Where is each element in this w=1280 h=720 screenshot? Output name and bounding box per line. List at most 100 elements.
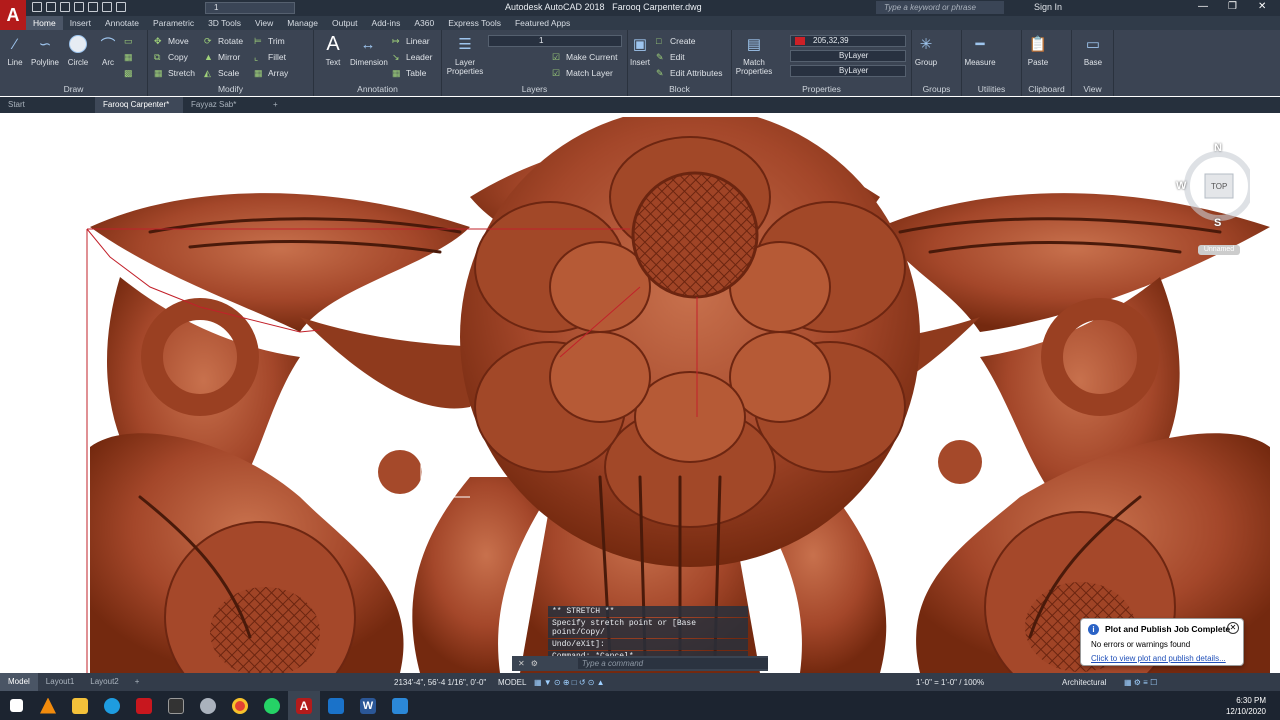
notification-details-link[interactable]: Click to view plot and publish details..… (1091, 654, 1226, 663)
saveas-icon[interactable] (74, 2, 84, 12)
tab-parametric[interactable]: Parametric (146, 16, 201, 30)
system-clock[interactable]: 6:30 PM 12/10/2020 (1226, 695, 1266, 717)
viewcube[interactable]: N S W TOP (1176, 140, 1254, 230)
tab-farooq-carpenter[interactable]: Farooq Carpenter* (95, 97, 183, 113)
lineweight-dropdown[interactable]: ByLayer (790, 65, 906, 77)
annotation-panel-title[interactable]: Annotation (314, 84, 441, 94)
app2-icon[interactable] (192, 691, 224, 720)
match-layer-button[interactable]: ☑ Match Layer (552, 68, 613, 78)
units-dropdown[interactable]: Architectural (1062, 678, 1106, 687)
status-settings-icons[interactable]: ▦ ⚙ ≡ ☐ (1124, 678, 1157, 687)
edge-icon[interactable] (96, 691, 128, 720)
whatsapp-icon[interactable] (256, 691, 288, 720)
undo-icon[interactable] (102, 2, 112, 12)
maximize-icon[interactable]: ❐ (1228, 1, 1237, 12)
create-button[interactable]: □ Create (656, 36, 696, 46)
tab-fayyaz-sab[interactable]: Fayyaz Sab* (183, 97, 265, 113)
tab-start[interactable]: Start (0, 97, 95, 113)
base-button[interactable]: ▭ Base (1076, 34, 1110, 67)
edit-button[interactable]: ✎ Edit (656, 52, 685, 62)
groups-panel-title[interactable]: Groups (912, 84, 961, 94)
acrobat-icon[interactable] (128, 691, 160, 720)
stretch-button[interactable]: ▦ Stretch (154, 68, 195, 78)
tab-manage[interactable]: Manage (280, 16, 325, 30)
utilities-panel-title[interactable]: Utilities (962, 84, 1021, 94)
linear-button[interactable]: ↦ Linear (392, 36, 430, 46)
make-current-button[interactable]: ☑ Make Current (552, 52, 618, 62)
match-properties-button[interactable]: ▤ Match Properties (734, 34, 774, 76)
mirror-button[interactable]: ▲ Mirror (204, 52, 240, 62)
tab-model[interactable]: Model (0, 673, 38, 691)
save-icon[interactable] (60, 2, 70, 12)
insert-button[interactable]: ▣ Insert (623, 34, 657, 67)
minimize-icon[interactable]: — (1198, 1, 1208, 12)
plot-icon[interactable] (88, 2, 98, 12)
tab-home[interactable]: Home (26, 16, 63, 30)
sign-in-button[interactable]: Sign In (1034, 2, 1062, 12)
gradient-tool[interactable]: ▩ (124, 68, 134, 78)
tab-express-tools[interactable]: Express Tools (441, 16, 508, 30)
tab-add-ins[interactable]: Add-ins (365, 16, 408, 30)
tab-featured-apps[interactable]: Featured Apps (508, 16, 577, 30)
layer-dropdown[interactable]: 1 (488, 35, 622, 47)
add-layout-button[interactable]: + (127, 673, 148, 691)
viewcube-north[interactable]: N (1214, 142, 1222, 154)
model-space-button[interactable]: MODEL (498, 678, 526, 687)
command-input[interactable]: Type a command (577, 658, 768, 669)
circle-button[interactable]: Circle (61, 34, 95, 67)
tab-insert[interactable]: Insert (63, 16, 98, 30)
word-icon[interactable]: W (352, 691, 384, 720)
tab-3d-tools[interactable]: 3D Tools (201, 16, 248, 30)
tab-a360[interactable]: A360 (407, 16, 441, 30)
table-button[interactable]: ▦ Table (392, 68, 426, 78)
workspace-dropdown[interactable]: 1 (205, 2, 295, 14)
tab-output[interactable]: Output (325, 16, 365, 30)
layers-panel-title[interactable]: Layers (442, 84, 627, 94)
windows-start-icon[interactable] (0, 691, 32, 720)
tab-layout2[interactable]: Layout2 (82, 673, 126, 691)
notification-close-button[interactable]: ✕ (1227, 622, 1239, 634)
block-panel-title[interactable]: Block (628, 84, 731, 94)
viewcube-top-face[interactable]: TOP (1211, 182, 1227, 191)
rotate-button[interactable]: ⟳ Rotate (204, 36, 243, 46)
copy-button[interactable]: ⧉ Copy (154, 52, 188, 62)
annotation-scale[interactable]: 1'-0" = 1'-0" / 100% (916, 678, 984, 687)
scale-button[interactable]: ◭ Scale (204, 68, 239, 78)
edit-attributes-button[interactable]: ✎ Edit Attributes (656, 68, 722, 78)
dimension-button[interactable]: ↔ Dimension (350, 34, 388, 68)
array-button[interactable]: ▦ Array (254, 68, 288, 78)
move-button[interactable]: ✥ Move (154, 36, 189, 46)
drawing-area[interactable]: N S W TOP Unnamed (0, 117, 1280, 673)
modify-panel-title[interactable]: Modify (148, 84, 313, 94)
fillet-button[interactable]: ⌞ Fillet (254, 52, 286, 62)
trim-button[interactable]: ⊨ Trim (254, 36, 285, 46)
view-panel-title[interactable]: View (1072, 84, 1113, 94)
tab-layout1[interactable]: Layout1 (38, 673, 82, 691)
customize-icon[interactable]: ⚙ (531, 659, 538, 668)
calculator-icon[interactable] (320, 691, 352, 720)
close-command-icon[interactable]: ✕ (518, 659, 525, 668)
polyline-button[interactable]: ∽ Polyline (28, 34, 62, 67)
status-toggle-icons[interactable]: ▦ ▼ ⊙ ⊕ □ ↺ ⊙ ▲ (534, 678, 605, 687)
rectangle-tool[interactable]: ▭ (124, 36, 134, 46)
chrome-icon[interactable] (224, 691, 256, 720)
tab-annotate[interactable]: Annotate (98, 16, 146, 30)
coordinates-readout[interactable]: 2134'-4", 56'-4 1/16", 0'-0" (394, 678, 486, 687)
hatch-tool[interactable]: ▦ (124, 52, 134, 62)
viewcube-west[interactable]: W (1176, 180, 1186, 192)
draw-panel-title[interactable]: Draw (0, 84, 147, 94)
close-icon[interactable]: ✕ (1258, 1, 1266, 12)
linetype-dropdown[interactable]: ByLayer (790, 50, 906, 62)
ucs-menu[interactable]: Unnamed (1198, 245, 1240, 255)
layer-properties-button[interactable]: ☰ Layer Properties (445, 34, 485, 76)
new-icon[interactable] (32, 2, 42, 12)
clipboard-panel-title[interactable]: Clipboard (1022, 84, 1071, 94)
open-icon[interactable] (46, 2, 56, 12)
new-tab-button[interactable]: + (265, 97, 286, 113)
file-explorer-icon[interactable] (64, 691, 96, 720)
vlc-icon[interactable] (32, 691, 64, 720)
text-button[interactable]: A Text (316, 33, 350, 68)
tab-view[interactable]: View (248, 16, 280, 30)
paste-button[interactable]: 📋 Paste (1021, 34, 1055, 67)
leader-button[interactable]: ↘ Leader (392, 52, 432, 62)
